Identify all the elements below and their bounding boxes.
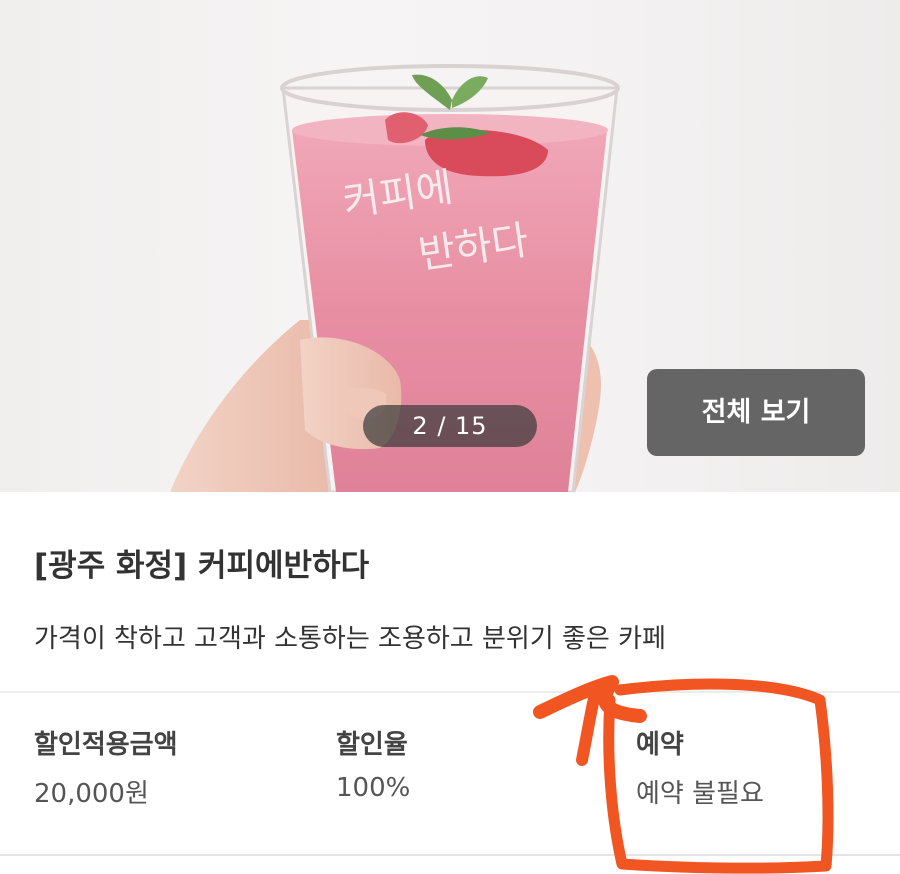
store-info-panel: [광주 화정] 커피에반하다 가격이 착하고 고객과 소통하는 조용하고 분위기… [0,492,900,874]
stat-value: 100% [336,773,411,803]
divider [0,691,900,693]
stat-label: 할인율 [336,730,408,760]
store-detail-screen: 커피에 반하다 2 / 15 전체 보기 [광주 화정] 커피에반하다 가격이 … [0,0,900,874]
store-photo[interactable]: 커피에 반하다 2 / 15 전체 보기 [0,0,900,492]
bottom-divider [0,854,900,856]
store-title: [광주 화정] 커피에반하다 [34,548,370,584]
stat-value: 예약 불필요 [636,779,764,809]
stat-value: 20,000원 [34,779,149,809]
image-counter: 2 / 15 [363,405,537,447]
store-description: 가격이 착하고 고객과 소통하는 조용하고 분위기 좋은 카페 [34,624,666,654]
stat-label: 예약 [636,730,684,760]
stat-discount-amount: 할인적용금액 20,000원 [34,724,178,810]
stat-discount-rate: 할인율 100% [336,724,410,803]
stat-label: 할인적용금액 [34,730,178,760]
view-all-button[interactable]: 전체 보기 [647,369,865,456]
stat-reservation: 예약 예약 불필요 [636,724,764,810]
